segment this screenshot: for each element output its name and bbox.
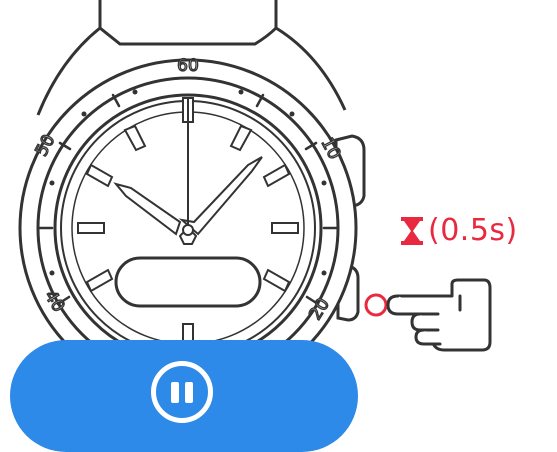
press-duration-text: (0.5s) xyxy=(428,213,518,248)
pause-icon xyxy=(151,361,213,423)
pause-bar-right xyxy=(185,382,193,403)
bezel-number-60: 60 xyxy=(177,56,199,76)
pointing-hand-icon xyxy=(386,278,492,352)
digital-display xyxy=(114,256,262,308)
press-duration-label: (0.5s) xyxy=(400,213,518,248)
watch-strap-top xyxy=(98,0,278,46)
pause-button[interactable] xyxy=(10,340,358,452)
hourglass-icon xyxy=(401,216,423,245)
pause-bar-left xyxy=(171,382,179,403)
press-indicator xyxy=(364,293,388,317)
